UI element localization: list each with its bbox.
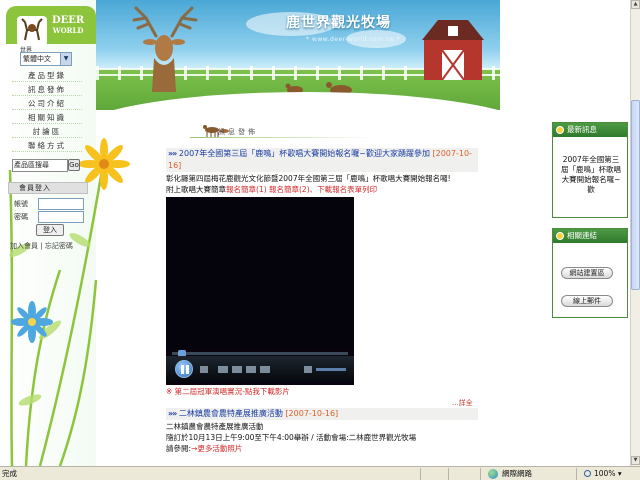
next-icon[interactable] (260, 366, 270, 373)
more-photos-link[interactable]: →更多活動照片 (191, 444, 242, 453)
link-icon (556, 232, 564, 240)
left-sidebar: DEER WORLD 世界 繁體中文 ▼ 產品型錄 訊息發佈 公司介紹 相關知識… (0, 0, 130, 466)
news-title-row[interactable]: »» 2007年全國第三屆「鹿鳴」杯歌唱大賽開始報名囉~歡迎大家踴躍參加 [20… (166, 148, 478, 172)
barn-image (422, 20, 484, 80)
site-build-button[interactable]: 網站建置區 (561, 267, 613, 279)
volume-slider[interactable] (316, 368, 346, 371)
menu-item-products[interactable]: 產品型錄 (12, 69, 82, 82)
news-body: 彰化縣第四屆梅花鹿觀光文化節暨2007年全國第三屆「鹿鳴」杯歌唱大賽開始報名囉!… (166, 174, 451, 194)
menu-item-about[interactable]: 公司介紹 (12, 97, 82, 110)
stop-icon[interactable] (200, 366, 208, 373)
member-login-box: 會員登入 帳號 密碼 登入 (8, 182, 88, 242)
product-search-go-button[interactable]: Go (68, 159, 80, 171)
site-title: 鹿世界觀光牧場 (286, 15, 391, 31)
member-links: 加入會員 | 忘記密碼 (10, 242, 73, 250)
related-links-header: 相關連結 (553, 229, 627, 243)
video-download-link[interactable]: ※ 第二屆冠軍演唱實況-點我下載影片 (166, 386, 478, 397)
password-label: 密碼 (14, 213, 28, 221)
deer-logo-icon (17, 16, 47, 46)
header-banner: 鹿世界觀光牧場 * www.deer-world.com.tw * (96, 0, 500, 110)
vertical-scrollbar[interactable]: ▲ ▼ (630, 0, 640, 466)
news-title-row[interactable]: »» 二林鎮農會農特產展推廣活動 [2007-10-16] (166, 408, 478, 420)
latest-news-box: 最新訊息 2007年全國第三屆「鹿鳴」杯歌唱大賽開始報名囉~歡 (552, 122, 628, 218)
scroll-up-icon[interactable]: ▲ (631, 0, 640, 9)
news-icon (556, 126, 564, 134)
registration-links[interactable]: 報名簡章(1) 報名簡章(2)、下載報名表單列印 (226, 185, 377, 194)
double-chevron-icon: »» (168, 149, 177, 158)
scroll-thumb[interactable] (631, 100, 640, 290)
globe-icon (488, 469, 498, 479)
logo-badge[interactable]: DEER WORLD 世界 (6, 6, 96, 54)
status-bar: 完成 網際網路 100% ▾ (0, 466, 640, 480)
section-title: 訊息發佈 (218, 128, 258, 136)
seek-bar[interactable] (172, 350, 348, 357)
account-label: 帳號 (14, 200, 28, 208)
password-field[interactable] (38, 211, 84, 223)
product-search-input[interactable]: 產品區搜尋 (12, 159, 68, 172)
news-title-link[interactable]: 2007年全國第三屆「鹿鳴」杯歌唱大賽開始報名囉~歡迎大家踴躍參加 (179, 149, 430, 158)
latest-news-header: 最新訊息 (553, 123, 627, 137)
chevron-down-icon[interactable]: ▼ (60, 53, 71, 65)
double-chevron-icon: »» (168, 409, 177, 418)
security-zone: 網際網路 (488, 467, 532, 480)
site-url: * www.deer-world.com.tw * (306, 36, 401, 43)
fast-forward-icon[interactable] (246, 366, 256, 373)
news-body: 二林鎮農會農特產展推廣活動 隨訂於10月13日上午9:00至下午4:00舉辦 /… (166, 422, 417, 453)
zoom-icon (584, 470, 591, 477)
previous-icon[interactable] (218, 366, 228, 373)
status-text: 完成 (2, 469, 17, 478)
language-selected-value: 繁體中文 (23, 55, 51, 63)
language-select[interactable]: 繁體中文 ▼ (20, 52, 72, 66)
speaker-icon[interactable] (304, 366, 312, 373)
menu-item-forum[interactable]: 討論區 (12, 125, 82, 138)
logo-text: DEER WORLD (52, 15, 85, 36)
latest-news-ticker[interactable]: 2007年全國第三屆「鹿鳴」杯歌唱大賽開始報名囉~歡 (559, 155, 623, 197)
menu-item-news[interactable]: 訊息發佈 (12, 83, 82, 96)
deer-image (132, 6, 198, 92)
menu-item-contact[interactable]: 聯絡方式 (12, 139, 82, 152)
zoom-control[interactable]: 100% ▾ (584, 467, 622, 480)
right-sidebar: 最新訊息 2007年全國第三屆「鹿鳴」杯歌唱大賽開始報名囉~歡 相關連結 網站建… (500, 0, 630, 466)
member-login-title: 會員登入 (8, 182, 88, 194)
video-screen[interactable] (166, 197, 354, 349)
video-player[interactable] (166, 197, 354, 385)
news-date: [2007-10-16] (285, 409, 339, 418)
forgot-password-link[interactable]: 忘記密碼 (45, 242, 73, 250)
login-button[interactable]: 登入 (36, 224, 64, 236)
browser-viewport: DEER WORLD 世界 繁體中文 ▼ 產品型錄 訊息發佈 公司介紹 相關知識… (0, 0, 640, 466)
news-title-link[interactable]: 二林鎮農會農特產展推廣活動 (179, 409, 283, 418)
online-mail-button[interactable]: 線上郵件 (561, 295, 613, 307)
player-controls (166, 356, 354, 382)
scroll-down-icon[interactable]: ▼ (631, 456, 640, 465)
play-pause-button[interactable] (175, 360, 193, 378)
menu-item-knowledge[interactable]: 相關知識 (12, 111, 82, 124)
main-content: 訊息發佈 »» 2007年全國第三屆「鹿鳴」杯歌唱大賽開始報名囉~歡迎大家踴躍參… (166, 110, 478, 466)
join-member-link[interactable]: 加入會員 (10, 242, 38, 250)
related-links-box: 相關連結 網站建置區 線上郵件 (552, 228, 628, 318)
account-field[interactable] (38, 198, 84, 210)
rewind-icon[interactable] (232, 366, 242, 373)
flower-decoration (8, 138, 130, 466)
